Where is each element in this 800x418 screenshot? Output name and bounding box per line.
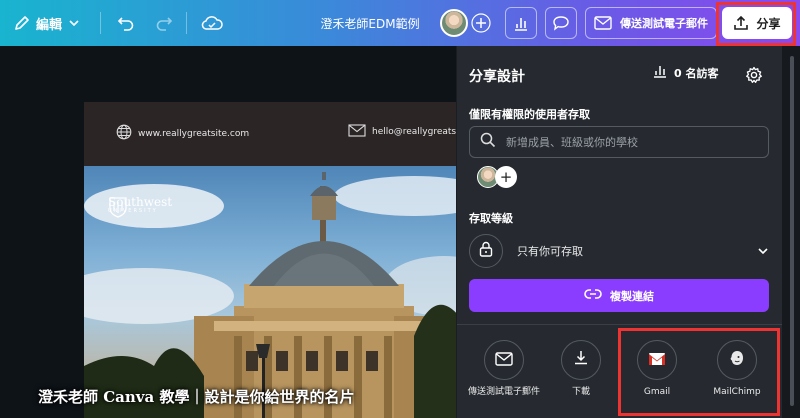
send-test-email-button[interactable]: 傳送測試電子郵件 — [585, 7, 717, 39]
plus-icon: + — [499, 167, 513, 186]
plus-icon — [471, 13, 491, 33]
mail-icon — [594, 16, 612, 30]
email-design-page[interactable]: www.reallygreatsite.com hello@reallygrea… — [84, 102, 484, 418]
option-icon-wrapper — [484, 340, 524, 380]
share-option-download[interactable]: 下載 — [543, 340, 619, 398]
copy-link-button[interactable]: 複製連結 — [469, 279, 769, 312]
chevron-down-icon — [757, 242, 769, 261]
cloud-save-status[interactable] — [198, 0, 226, 46]
watermark-caption: 澄禾老師 Canva 教學｜設計是你給世界的名片 — [38, 388, 355, 406]
university-crest-icon — [109, 197, 127, 218]
document-title[interactable]: 澄禾老師EDM範例 — [310, 0, 430, 46]
gmail-mailchimp-highlight — [618, 328, 780, 416]
pencil-icon — [14, 15, 30, 31]
website-text: www.reallygreatsite.com — [138, 128, 250, 139]
insights-button[interactable] — [505, 7, 537, 39]
top-toolbar: 編輯 澄禾老師EDM範例 傳送測試電子郵件 分享 — [0, 0, 800, 46]
toolbar-divider — [186, 12, 187, 34]
link-icon — [584, 288, 602, 303]
website-contact: www.reallygreatsite.com — [116, 124, 249, 143]
redo-icon — [155, 15, 173, 31]
add-member-button[interactable]: + — [495, 166, 517, 188]
send-test-email-label: 傳送測試電子郵件 — [620, 17, 708, 30]
lock-icon — [479, 241, 493, 261]
visitor-count-text: 0 名訪客 — [674, 66, 719, 80]
building-photo: Southwest UNIVERSITY — [84, 166, 484, 418]
undo-button[interactable] — [112, 0, 140, 46]
add-people-input[interactable] — [504, 134, 744, 150]
option-label: 下載 — [571, 387, 590, 397]
scrollbar-thumb[interactable] — [790, 56, 794, 406]
undo-icon — [117, 15, 135, 31]
lock-icon-wrapper — [469, 234, 503, 268]
share-settings-button[interactable] — [745, 66, 763, 88]
share-button-highlight — [716, 2, 796, 46]
search-icon — [480, 132, 496, 152]
member-list: + — [477, 166, 517, 188]
southwest-university-logo: Southwest UNIVERSITY — [108, 196, 172, 218]
download-icon — [573, 350, 589, 370]
copy-link-label: 複製連結 — [610, 289, 654, 303]
mail-icon — [348, 124, 366, 140]
redo-button[interactable] — [150, 0, 178, 46]
insights-icon — [653, 64, 667, 81]
access-level-value: 只有你可存取 — [517, 245, 583, 258]
panel-divider — [457, 324, 783, 325]
toolbar-divider — [100, 12, 101, 34]
chevron-down-icon — [68, 17, 80, 29]
cloud-save-icon — [201, 15, 223, 31]
design-header-bar: www.reallygreatsite.com hello@reallygrea… — [84, 102, 484, 166]
people-with-access-label: 僅限有權限的使用者存取 — [469, 108, 590, 121]
visitor-count[interactable]: 0 名訪客 — [653, 64, 718, 81]
add-people-search[interactable] — [469, 126, 769, 158]
user-avatar[interactable] — [440, 0, 468, 46]
edit-menu-button[interactable]: 編輯 — [14, 0, 88, 46]
share-option-send-test-email[interactable]: 傳送測試電子郵件 — [466, 340, 542, 398]
option-label: 傳送測試電子郵件 — [468, 387, 541, 397]
access-level-dropdown[interactable]: 只有你可存取 — [469, 234, 769, 268]
option-icon-wrapper — [561, 340, 601, 380]
share-panel-title: 分享設計 — [469, 69, 525, 85]
globe-icon — [116, 124, 132, 143]
insights-icon — [513, 15, 529, 31]
access-level-label: 存取等級 — [469, 212, 513, 225]
add-collaborator-button[interactable] — [470, 0, 492, 46]
mail-icon — [495, 351, 513, 370]
avatar — [440, 9, 468, 37]
gear-icon — [745, 66, 763, 88]
panel-scrollbar[interactable] — [782, 46, 800, 418]
comment-icon — [552, 15, 570, 31]
comment-button[interactable] — [545, 7, 577, 39]
edit-label: 編輯 — [36, 17, 63, 33]
